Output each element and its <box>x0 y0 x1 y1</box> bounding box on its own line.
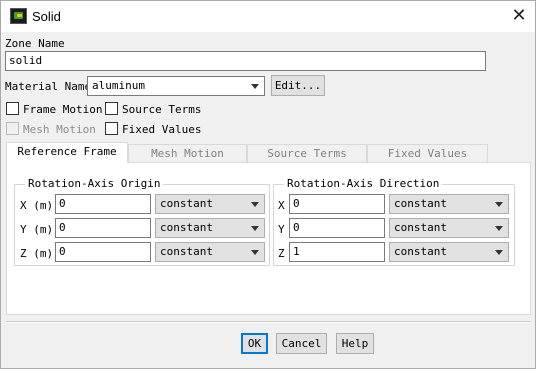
direction-x-method-value: constant <box>394 197 447 210</box>
reference-frame-panel: Rotation-Axis Origin X (m) 0 constant Y … <box>6 162 531 315</box>
origin-y-input[interactable]: 0 <box>55 218 151 238</box>
chevron-down-icon <box>251 226 259 231</box>
rotation-axis-direction-title: Rotation-Axis Direction <box>284 177 443 190</box>
source-terms-label: Source Terms <box>122 103 202 116</box>
mesh-motion-label: Mesh Motion <box>23 123 96 136</box>
help-button[interactable]: Help <box>336 333 374 354</box>
fixed-values-label: Fixed Values <box>122 123 202 136</box>
direction-x-input[interactable]: 0 <box>289 194 385 214</box>
direction-x-label: X <box>278 199 285 212</box>
tab-fixed-values[interactable]: Fixed Values <box>367 144 488 162</box>
zone-name-input[interactable]: solid <box>5 51 486 71</box>
chevron-down-icon <box>495 202 503 207</box>
material-name-label: Material Name <box>5 80 92 93</box>
origin-x-input[interactable]: 0 <box>55 194 151 214</box>
fluent-app-icon <box>10 8 27 24</box>
tab-reference-frame[interactable]: Reference Frame <box>6 142 128 163</box>
solid-dialog: Solid ✕ Zone Name solid Material Name al… <box>0 0 536 369</box>
direction-z-label: Z <box>278 247 285 260</box>
origin-z-method-select[interactable]: constant <box>155 242 265 262</box>
direction-y-label: Y <box>278 223 285 236</box>
separator <box>6 321 531 323</box>
chevron-down-icon <box>495 250 503 255</box>
chevron-down-icon <box>251 202 259 207</box>
origin-z-input[interactable]: 0 <box>55 242 151 262</box>
cancel-button[interactable]: Cancel <box>276 333 327 354</box>
origin-x-label: X (m) <box>20 199 54 212</box>
frame-motion-label: Frame Motion <box>23 103 103 116</box>
direction-y-method-select[interactable]: constant <box>389 218 509 238</box>
frame-motion-checkbox[interactable] <box>6 102 19 115</box>
direction-z-method-value: constant <box>394 245 447 258</box>
chevron-down-icon <box>251 250 259 255</box>
close-icon[interactable]: ✕ <box>505 4 533 28</box>
tab-mesh-motion[interactable]: Mesh Motion <box>128 144 247 162</box>
material-name-select[interactable]: aluminum <box>87 76 265 96</box>
source-terms-checkbox[interactable] <box>105 102 118 115</box>
origin-y-label: Y (m) <box>20 223 54 236</box>
origin-z-label: Z (m) <box>20 247 54 260</box>
direction-y-input[interactable]: 0 <box>289 218 385 238</box>
zone-name-label: Zone Name <box>5 37 65 50</box>
direction-z-method-select[interactable]: constant <box>389 242 509 262</box>
origin-y-method-select[interactable]: constant <box>155 218 265 238</box>
direction-y-method-value: constant <box>394 221 447 234</box>
edit-material-button[interactable]: Edit... <box>271 75 325 96</box>
material-name-value: aluminum <box>92 79 145 92</box>
ok-button[interactable]: OK <box>241 333 268 354</box>
chevron-down-icon <box>495 226 503 231</box>
tab-source-terms[interactable]: Source Terms <box>247 144 367 162</box>
rotation-axis-origin-title: Rotation-Axis Origin <box>25 177 164 190</box>
direction-x-method-select[interactable]: constant <box>389 194 509 214</box>
chevron-down-icon <box>251 84 259 89</box>
title-bar: Solid ✕ <box>1 1 535 32</box>
origin-y-method-value: constant <box>160 221 213 234</box>
mesh-motion-checkbox <box>6 122 19 135</box>
origin-z-method-value: constant <box>160 245 213 258</box>
origin-x-method-select[interactable]: constant <box>155 194 265 214</box>
fixed-values-checkbox[interactable] <box>105 122 118 135</box>
origin-x-method-value: constant <box>160 197 213 210</box>
direction-z-input[interactable]: 1 <box>289 242 385 262</box>
window-title: Solid <box>32 9 61 24</box>
